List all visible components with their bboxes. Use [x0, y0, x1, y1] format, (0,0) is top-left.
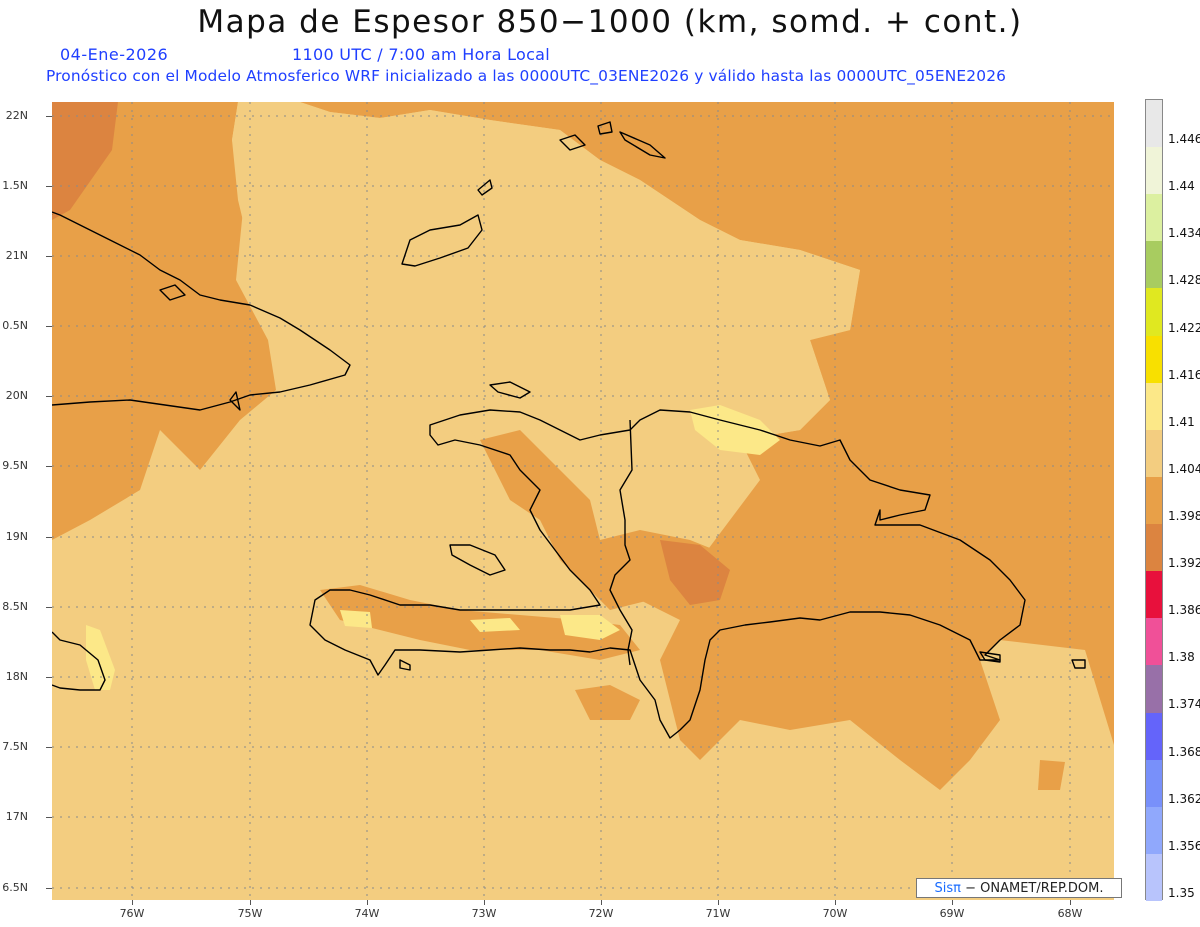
- colorbar: [1145, 99, 1163, 902]
- lon-label: 71W: [705, 907, 731, 920]
- lon-tick: [835, 900, 836, 905]
- map-title: Mapa de Espesor 850−1000 (km, somd. + co…: [197, 4, 1023, 40]
- time-label: 1100 UTC / 7:00 am Hora Local: [292, 45, 551, 64]
- credit-separator: −: [965, 881, 981, 896]
- lat-tick: [46, 747, 52, 748]
- colorbar-label: 1.392: [1168, 556, 1200, 571]
- lon-label: 69W: [939, 907, 965, 920]
- lat-label: 7.5N: [2, 740, 28, 753]
- lon-tick: [952, 900, 953, 905]
- colorbar-segment: [1146, 759, 1162, 808]
- lon-tick: [1070, 900, 1071, 905]
- lat-tick: [46, 256, 52, 257]
- colorbar-segment: [1146, 853, 1162, 902]
- colorbar-label: 1.41: [1168, 414, 1195, 429]
- lon-label: 76W: [119, 907, 145, 920]
- lon-label: 74W: [354, 907, 380, 920]
- lon-tick: [718, 900, 719, 905]
- lon-tick: [484, 900, 485, 905]
- colorbar-label: 1.368: [1168, 744, 1200, 759]
- lon-tick: [601, 900, 602, 905]
- lon-label: 70W: [822, 907, 848, 920]
- lon-label: 68W: [1057, 907, 1083, 920]
- credit-text: ONAMET/REP.DOM.: [980, 881, 1104, 896]
- colorbar-segment: [1146, 335, 1162, 384]
- colorbar-segment: [1146, 147, 1162, 195]
- map-canvas: [52, 102, 1114, 900]
- colorbar-label: 1.44: [1168, 179, 1195, 194]
- colorbar-segment: [1146, 382, 1162, 431]
- lon-label: 72W: [588, 907, 614, 920]
- colorbar-segment: [1146, 806, 1162, 855]
- lat-label: 21N: [5, 249, 28, 262]
- lon-label: 75W: [237, 907, 263, 920]
- credit-brand: Sisπ: [934, 881, 961, 896]
- colorbar-label: 1.386: [1168, 603, 1200, 618]
- lat-tick: [46, 817, 52, 818]
- colorbar-segment: [1146, 665, 1162, 714]
- lat-label: 18N: [5, 670, 28, 683]
- colorbar-segment: [1146, 712, 1162, 761]
- colorbar-label: 1.356: [1168, 838, 1200, 853]
- colorbar-label: 1.404: [1168, 461, 1200, 476]
- lat-tick: [46, 326, 52, 327]
- lat-tick: [46, 116, 52, 117]
- colorbar-segment: [1146, 288, 1162, 337]
- credit-box: Sisπ − ONAMET/REP.DOM.: [916, 878, 1122, 898]
- colorbar-label: 1.416: [1168, 367, 1200, 382]
- colorbar-label: 1.398: [1168, 508, 1200, 523]
- colorbar-segment: [1146, 524, 1162, 572]
- lat-tick: [46, 677, 52, 678]
- lon-tick: [132, 900, 133, 905]
- lon-tick: [367, 900, 368, 905]
- colorbar-label: 1.422: [1168, 320, 1200, 335]
- colorbar-segment: [1146, 618, 1162, 666]
- lon-tick: [250, 900, 251, 905]
- lat-label: 0.5N: [2, 319, 28, 332]
- lat-label: 22N: [5, 109, 28, 122]
- colorbar-segment: [1146, 476, 1162, 525]
- lon-label: 73W: [471, 907, 497, 920]
- colorbar-segment: [1146, 429, 1162, 478]
- colorbar-segment: [1146, 194, 1162, 242]
- lat-tick: [46, 607, 52, 608]
- lat-label: 20N: [5, 389, 28, 402]
- lat-label: 6.5N: [2, 881, 28, 894]
- lat-tick: [46, 186, 52, 187]
- thickness-map[interactable]: [52, 102, 1114, 900]
- lat-label: 1.5N: [2, 179, 28, 192]
- colorbar-segment: [1146, 241, 1162, 289]
- lat-tick: [46, 537, 52, 538]
- lat-label: 19N: [5, 530, 28, 543]
- colorbar-label: 1.35: [1168, 885, 1195, 900]
- lat-label: 9.5N: [2, 459, 28, 472]
- colorbar-label: 1.374: [1168, 697, 1200, 712]
- forecast-description: Pronóstico con el Modelo Atmosferico WRF…: [46, 67, 1007, 85]
- colorbar-segment: [1146, 100, 1162, 148]
- colorbar-segment: [1146, 571, 1162, 619]
- colorbar-label: 1.428: [1168, 273, 1200, 288]
- colorbar-label: 1.446: [1168, 132, 1200, 147]
- lat-tick: [46, 396, 52, 397]
- colorbar-label: 1.362: [1168, 791, 1200, 806]
- date-label: 04-Ene-2026: [60, 45, 169, 64]
- colorbar-label: 1.38: [1168, 650, 1195, 665]
- lat-label: 8.5N: [2, 600, 28, 613]
- thickness-band-peak-west: [340, 610, 372, 628]
- lat-label: 17N: [5, 810, 28, 823]
- lat-tick: [46, 888, 52, 889]
- lat-tick: [46, 466, 52, 467]
- colorbar-label: 1.434: [1168, 226, 1200, 241]
